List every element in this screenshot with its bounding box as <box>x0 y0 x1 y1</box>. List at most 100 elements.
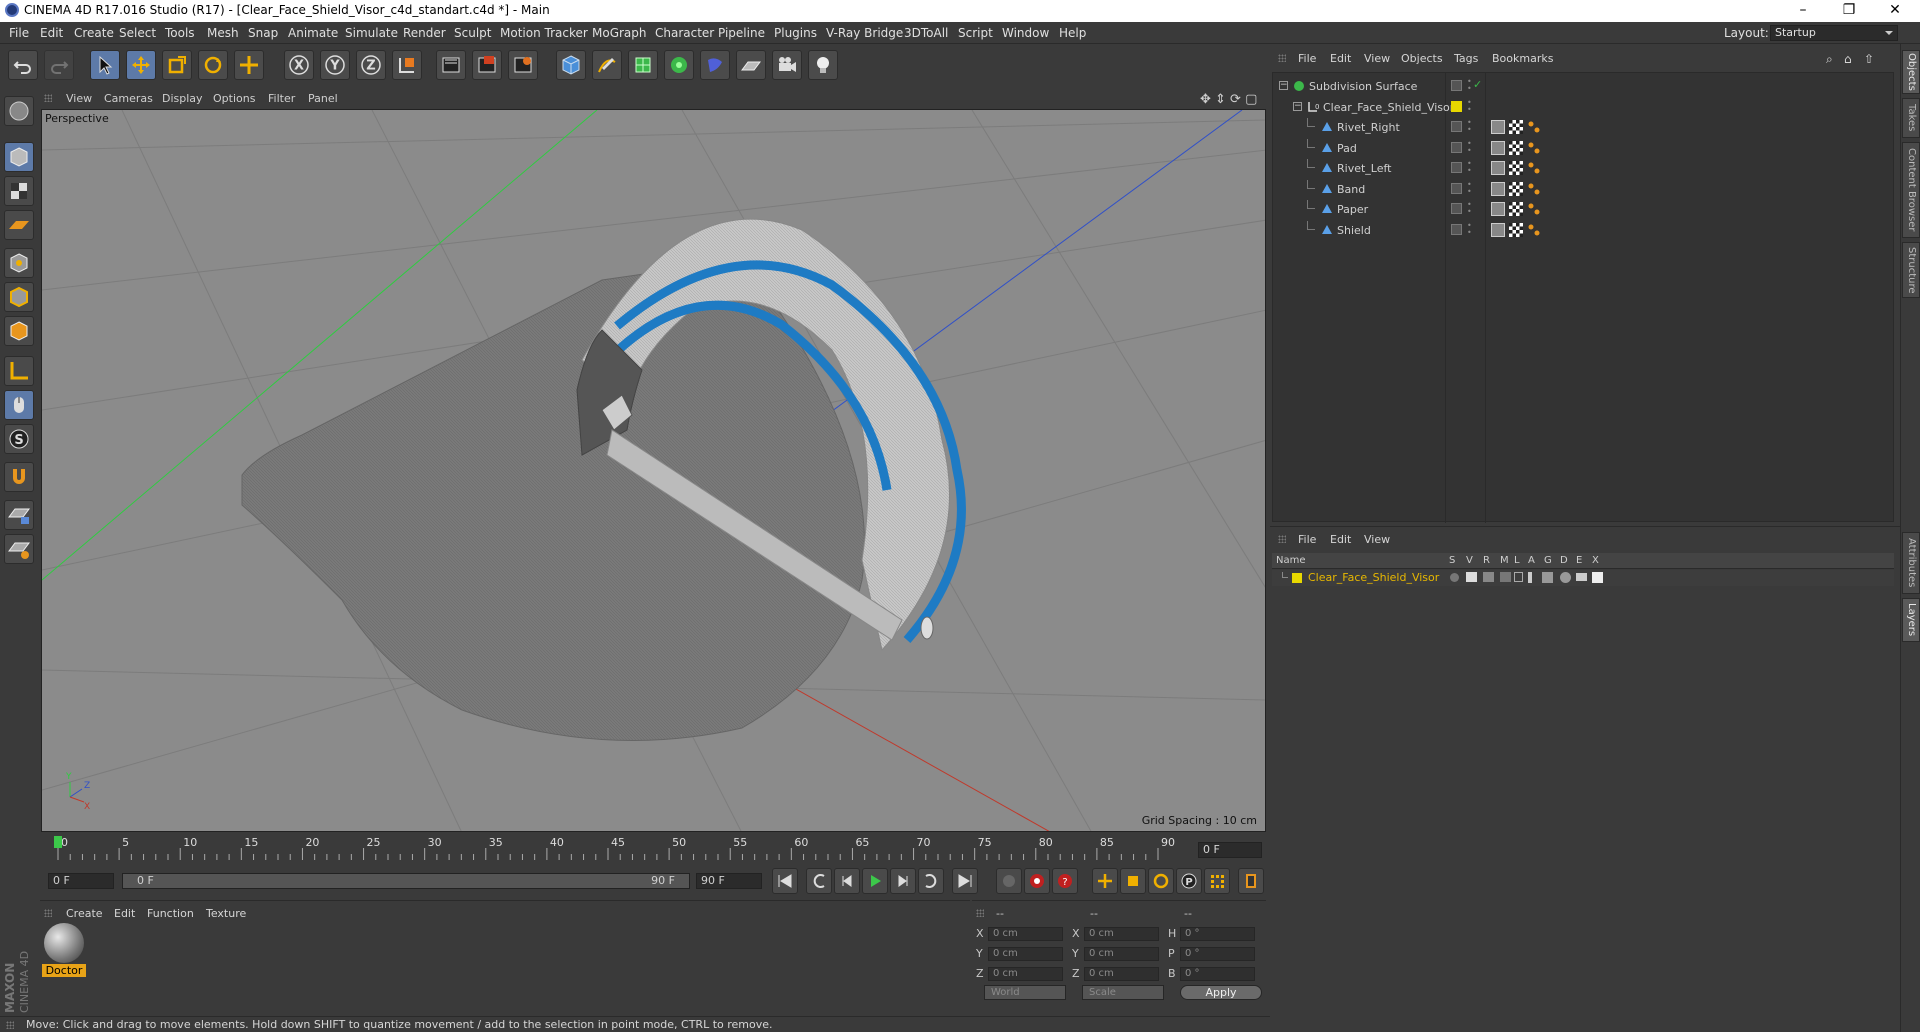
timeline-window-button[interactable] <box>1238 868 1264 894</box>
material-menu-create[interactable]: Create <box>66 907 103 920</box>
menu-window[interactable]: Window <box>1002 26 1049 40</box>
record-keys-button[interactable] <box>1024 868 1050 894</box>
tab-structure[interactable]: Structure <box>1902 242 1920 298</box>
menu-pipeline[interactable]: Pipeline <box>718 26 765 40</box>
goto-end-button[interactable] <box>952 868 978 894</box>
coord-rot-b-field[interactable]: 0 ° <box>1180 967 1255 981</box>
phong-tag-icon[interactable] <box>1527 120 1541 134</box>
visibility-dots[interactable]: • • <box>1467 119 1472 134</box>
render-region-button[interactable] <box>472 50 502 80</box>
object-name[interactable]: Paper <box>1337 203 1368 216</box>
menu-edit[interactable]: Edit <box>40 26 63 40</box>
phong-tag-icon[interactable] <box>1527 223 1541 237</box>
layer-col-xref[interactable]: X <box>1592 555 1599 566</box>
deformer-button[interactable] <box>700 50 730 80</box>
menu-create[interactable]: Create <box>74 26 114 40</box>
menu-script[interactable]: Script <box>958 26 993 40</box>
visibility-dots[interactable]: • • <box>1467 139 1472 154</box>
layer-menu-file[interactable]: File <box>1298 533 1316 546</box>
object-row[interactable]: − Subdivision Surface • • ✓ <box>1273 77 1895 95</box>
scale-tool-button[interactable] <box>162 50 192 80</box>
layer-render-icon[interactable] <box>1483 572 1494 582</box>
menu-sculpt[interactable]: Sculpt <box>454 26 491 40</box>
menu-animate[interactable]: Animate <box>288 26 338 40</box>
coord-pos-z-field[interactable]: 0 cm <box>988 967 1063 981</box>
material-menu-edit[interactable]: Edit <box>114 907 135 920</box>
model-mode-button[interactable] <box>4 142 34 172</box>
phong-tag-icon[interactable] <box>1527 161 1541 175</box>
object-layer-flag[interactable] <box>1451 141 1462 153</box>
visibility-dots[interactable]: • • <box>1467 221 1472 236</box>
undo-button[interactable] <box>8 50 38 80</box>
magnet-button[interactable] <box>4 462 34 492</box>
layer-col-deformers[interactable]: D <box>1560 555 1568 566</box>
layout-select[interactable]: Startup <box>1770 25 1898 41</box>
layer-col-animation[interactable]: A <box>1528 555 1535 566</box>
autokey-button[interactable]: ? <box>1052 868 1078 894</box>
layer-col-solo[interactable]: S <box>1449 555 1455 566</box>
key-position-button[interactable] <box>1092 868 1118 894</box>
object-menu-file[interactable]: File <box>1298 52 1316 65</box>
texture-mode-button[interactable] <box>4 176 34 206</box>
enabled-check-icon[interactable]: ✓ <box>1473 78 1482 91</box>
object-name[interactable]: Clear_Face_Shield_Visor <box>1323 101 1454 114</box>
x-axis-button[interactable]: X <box>284 50 314 80</box>
viewport-menu-view[interactable]: View <box>66 92 92 105</box>
live-select-button[interactable] <box>90 50 120 80</box>
expand-toggle[interactable]: − <box>1279 81 1288 90</box>
layer-solo-icon[interactable] <box>1450 573 1459 582</box>
redo-button[interactable] <box>44 50 74 80</box>
prev-frame-button[interactable] <box>834 868 860 894</box>
current-frame-field[interactable]: 0 F <box>1198 842 1262 858</box>
make-editable-button[interactable] <box>4 96 34 126</box>
coord-size-y-field[interactable]: 0 cm <box>1084 947 1159 961</box>
layer-deformer-icon[interactable] <box>1560 572 1571 583</box>
world-coord-button[interactable] <box>392 50 422 80</box>
tab-attributes[interactable]: Attributes <box>1902 532 1920 594</box>
tweak-mode-button[interactable] <box>4 390 34 420</box>
apply-button[interactable]: Apply <box>1180 985 1262 1000</box>
coord-size-x-field[interactable]: 0 cm <box>1084 927 1159 941</box>
key-rotate-button[interactable] <box>1148 868 1174 894</box>
coord-pos-x-field[interactable]: 0 cm <box>988 927 1063 941</box>
workplane-button[interactable] <box>4 210 34 240</box>
menu-3dtoall[interactable]: 3DToAll <box>904 26 948 40</box>
layer-manager-icon[interactable] <box>1500 572 1511 582</box>
object-menu-bookmarks[interactable]: Bookmarks <box>1492 52 1553 65</box>
object-layer-flag[interactable] <box>1451 121 1462 132</box>
viewport-menu-display[interactable]: Display <box>162 92 203 105</box>
tab-layers[interactable]: Layers <box>1902 598 1920 642</box>
workplane-mode-button[interactable] <box>4 534 34 564</box>
layer-col-manager[interactable]: M <box>1500 555 1509 566</box>
object-row[interactable]: Rivet_Right • • <box>1273 118 1895 136</box>
object-layer-color[interactable] <box>1451 100 1462 112</box>
viewport-menu-cameras[interactable]: Cameras <box>104 92 153 105</box>
phong-tag-icon[interactable] <box>1527 141 1541 155</box>
add-cube-button[interactable] <box>556 50 586 80</box>
texture-tag-icon[interactable] <box>1491 120 1505 134</box>
maximize-button[interactable]: ❐ <box>1826 0 1872 22</box>
material-menu-texture[interactable]: Texture <box>206 907 246 920</box>
menu-mograph[interactable]: MoGraph <box>592 26 647 40</box>
object-name[interactable]: Pad <box>1337 142 1357 155</box>
layer-generator-icon[interactable] <box>1542 572 1553 583</box>
phong-tag-icon[interactable] <box>1527 182 1541 196</box>
layer-lock-icon[interactable] <box>1514 572 1523 582</box>
perspective-viewport[interactable]: Y Z X Perspective Grid Spacing : 10 cm <box>41 109 1266 832</box>
z-axis-button[interactable]: Z <box>356 50 386 80</box>
coord-mode-world-select[interactable]: World <box>984 985 1066 1000</box>
menu-file[interactable]: File <box>9 26 29 40</box>
object-name[interactable]: Shield <box>1337 224 1371 237</box>
menu-simulate[interactable]: Simulate <box>345 26 398 40</box>
object-home-icon[interactable]: ⌂ <box>1844 52 1852 66</box>
light-button[interactable] <box>808 50 838 80</box>
object-layer-flag[interactable] <box>1451 223 1462 235</box>
object-up-icon[interactable]: ⇧ <box>1864 52 1874 66</box>
layer-expression-icon[interactable] <box>1576 573 1587 581</box>
start-frame-field[interactable]: 0 F <box>48 873 114 889</box>
layer-color-swatch[interactable] <box>1292 573 1302 583</box>
coord-size-z-field[interactable]: 0 cm <box>1084 967 1159 981</box>
close-button[interactable]: ✕ <box>1872 0 1918 22</box>
layer-row[interactable]: Clear_Face_Shield_Visor <box>1272 570 1894 586</box>
object-layer-flag[interactable] <box>1451 203 1462 214</box>
